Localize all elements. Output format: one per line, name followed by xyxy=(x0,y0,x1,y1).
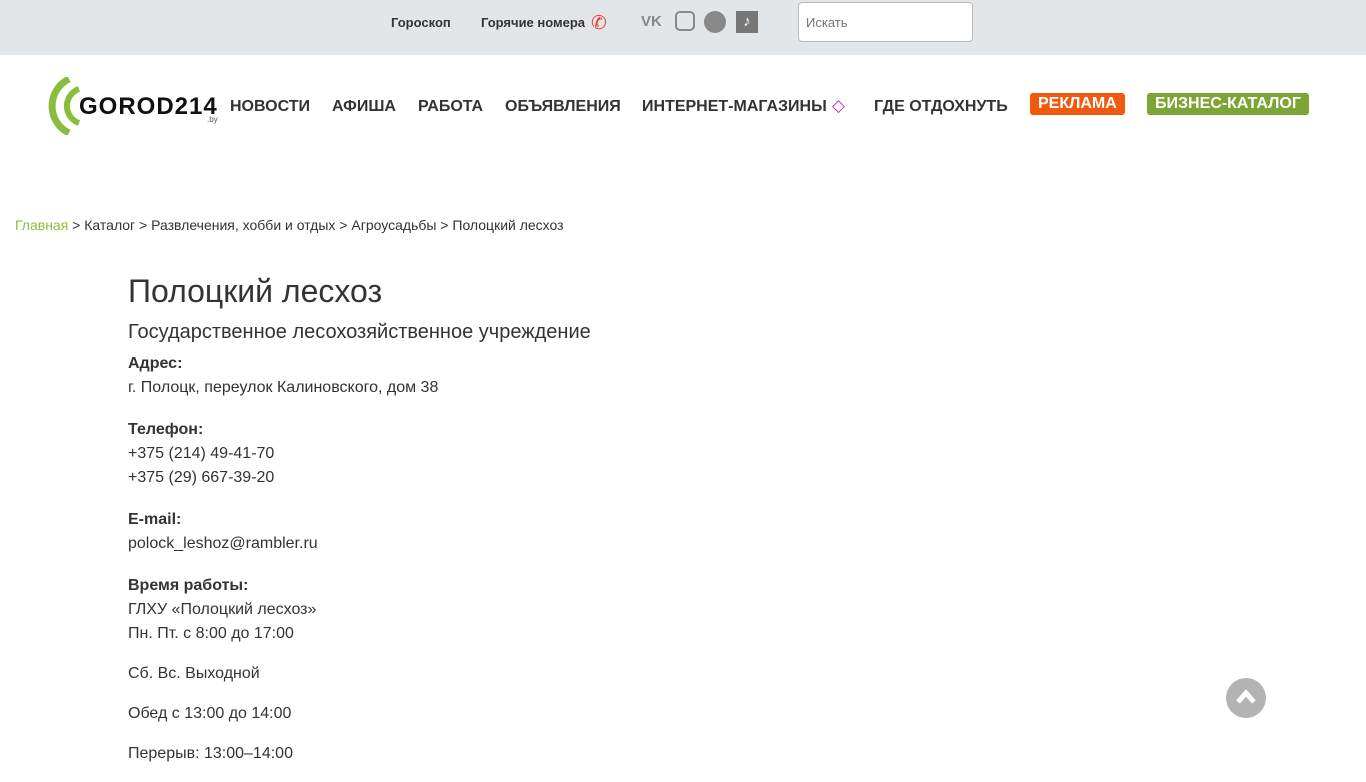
hours-line: ГЛХУ «Полоцкий лесхоз» xyxy=(128,601,317,618)
hours-extra: Сб. Вс. Выходной xyxy=(128,665,260,682)
hot-numbers-link[interactable]: Горячие номера xyxy=(481,15,585,30)
phone-label: Телефон: xyxy=(128,421,204,438)
horoscope-link[interactable]: Гороскоп xyxy=(391,15,451,30)
nav-ads-board[interactable]: ОБЪЯВЛЕНИЯ xyxy=(505,98,621,116)
search-input[interactable] xyxy=(798,2,973,42)
hours-label: Время работы: xyxy=(128,577,249,594)
breadcrumb-entertainment[interactable]: Развлечения, хобби и отдых xyxy=(151,217,335,233)
phone[interactable]: +375 (29) 667-39-20 xyxy=(128,466,591,490)
diamond-icon: ◇ xyxy=(832,96,846,115)
logo[interactable]: GOROD214 .by xyxy=(47,75,222,137)
nav-advertising[interactable]: РЕКЛАМА xyxy=(1030,93,1125,115)
page-subtitle: Государственное лесохозяйственное учрежд… xyxy=(128,321,591,343)
nav-shops[interactable]: ИНТЕРНЕТ-МАГАЗИНЫ xyxy=(642,98,827,116)
instagram-icon[interactable] xyxy=(675,11,695,31)
logo-suffix: .by xyxy=(207,115,218,124)
address-label: Адрес: xyxy=(128,355,183,372)
phone[interactable]: +375 (214) 49-41-70 xyxy=(128,442,591,466)
breadcrumb: Главная > Каталог > Развлечения, хобби и… xyxy=(15,217,564,233)
logo-text: GOROD214 xyxy=(79,93,218,120)
nav-business-catalog[interactable]: БИЗНЕС-КАТАЛОГ xyxy=(1147,93,1309,115)
hours-extra: Перерыв: 13:00–14:00 xyxy=(128,745,293,762)
nav-afisha[interactable]: АФИША xyxy=(332,98,396,116)
nav-work[interactable]: РАБОТА xyxy=(418,98,483,116)
page-title: Полоцкий лесхоз xyxy=(128,273,383,309)
company-card: Полоцкий лесхоз Государственное лесохозя… xyxy=(128,270,591,782)
email-label: E-mail: xyxy=(128,511,182,528)
vk-icon[interactable]: VK xyxy=(641,13,663,35)
breadcrumb-agro[interactable]: Агроусадьбы xyxy=(351,217,436,233)
top-bar: Гороскоп Горячие номера ✆ VK ♪ xyxy=(0,0,1366,55)
chevron-up-icon xyxy=(1236,689,1256,704)
address: г. Полоцк, переулок Калиновского, дом 38 xyxy=(128,379,439,396)
breadcrumb-current: Полоцкий лесхоз xyxy=(452,217,564,233)
hours-extra: Обед с 13:00 до 14:00 xyxy=(128,705,292,722)
scroll-top-button[interactable] xyxy=(1226,678,1266,718)
breadcrumb-catalog[interactable]: Каталог xyxy=(84,217,135,233)
nav-rest[interactable]: ГДЕ ОТДОХНУТЬ xyxy=(874,98,1008,116)
tiktok-icon[interactable]: ♪ xyxy=(736,11,758,33)
breadcrumb-home[interactable]: Главная xyxy=(15,217,68,233)
email[interactable]: polock_leshoz@rambler.ru xyxy=(128,532,591,556)
nav-news[interactable]: НОВОСТИ xyxy=(230,98,310,116)
hours-line: Пн. Пт. с 8:00 до 17:00 xyxy=(128,625,294,642)
phone-icon[interactable]: ✆ xyxy=(591,12,607,35)
telegram-icon[interactable] xyxy=(704,11,726,33)
